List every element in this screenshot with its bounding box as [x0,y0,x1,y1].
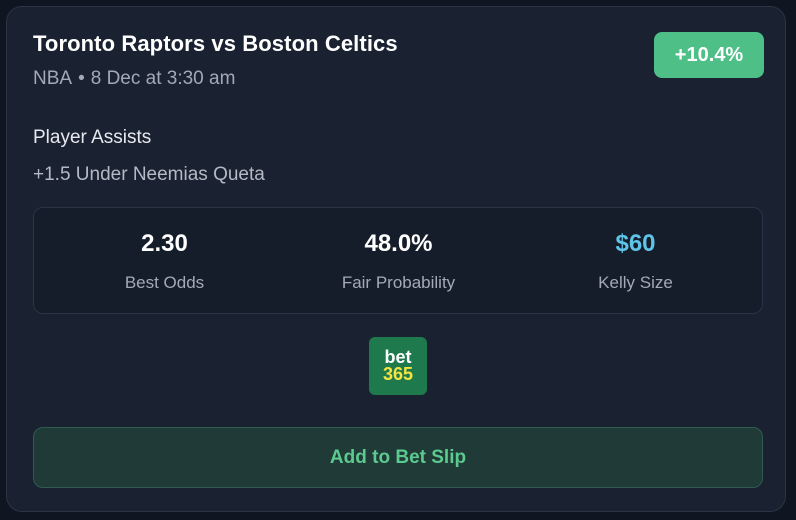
market-name: Player Assists [33,127,152,148]
stat-fair-probability: 48.0% Fair Probability [277,208,520,313]
bet-selection: +1.5 Under Neemias Queta [33,164,265,185]
event-datetime: 8 Dec at 3:30 am [90,68,236,89]
meta-separator: • [78,68,85,89]
logo-text-bottom: 365 [382,364,414,384]
best-odds-label: Best Odds [124,273,205,292]
kelly-size-value: $60 [615,230,656,257]
bet-card: Toronto Raptors vs Boston Celtics NBA • 8 … [6,6,786,512]
fair-probability-value: 48.0% [364,230,433,257]
edge-badge: +10.4% [654,32,764,78]
league-label: NBA [33,68,73,89]
kelly-size-label: Kelly Size [598,273,673,292]
stats-panel: 2.30 Best Odds 48.0% Fair Probability $6… [33,207,763,314]
best-odds-value: 2.30 [141,230,188,257]
stat-kelly-size: $60 Kelly Size [514,208,757,313]
event-meta: NBA • 8 Dec at 3:30 am [33,68,235,90]
fair-probability-label: Fair Probability [341,273,456,292]
add-to-bet-slip-button[interactable]: Add to Bet Slip [33,427,763,488]
event-title: Toronto Raptors vs Boston Celtics [33,31,398,56]
bet365-logo-icon[interactable]: bet 365 [369,337,427,395]
stat-best-odds: 2.30 Best Odds [43,208,286,313]
